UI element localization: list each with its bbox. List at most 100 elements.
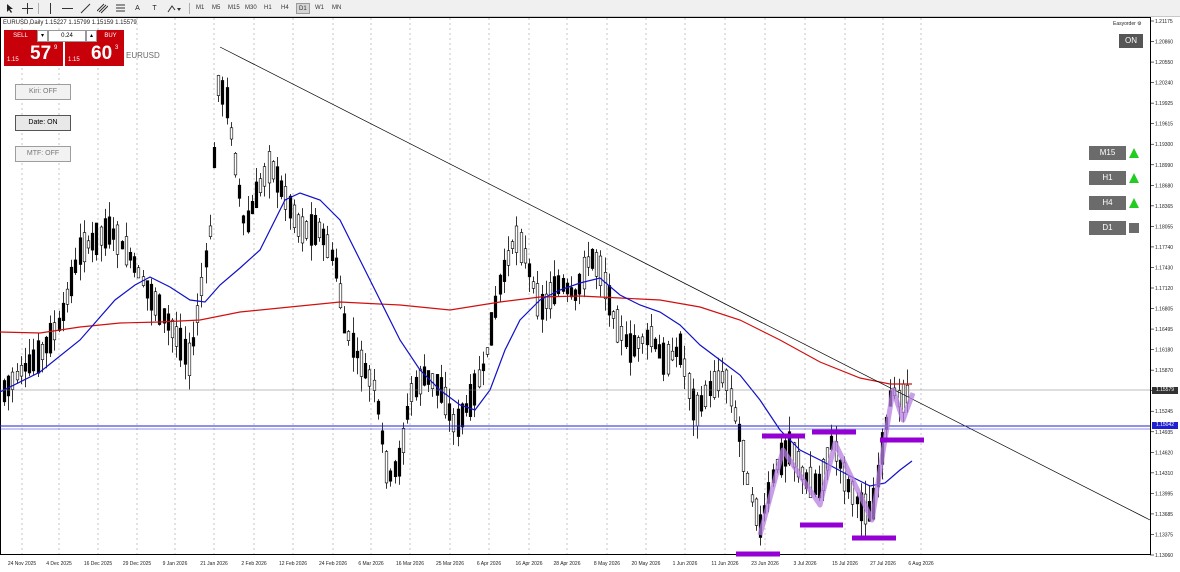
timeframe-m5[interactable]: M5 <box>210 3 222 14</box>
date-axis-label: 28 Apr 2026 <box>554 561 581 567</box>
candle-body <box>267 151 272 184</box>
neutral-square-icon <box>1128 222 1140 234</box>
candle-body <box>292 204 297 228</box>
candle-body <box>304 221 309 239</box>
buy-price-box[interactable]: 1.15 60 3 <box>65 42 124 66</box>
price-axis-label: 1.13995 <box>1155 491 1173 497</box>
candle-body <box>262 166 267 187</box>
timeframe-w1[interactable]: W1 <box>313 3 326 14</box>
candle-body <box>485 347 490 355</box>
candle-body <box>44 336 49 354</box>
candle-body <box>506 250 511 266</box>
price-chart[interactable]: 1.21175 1.20860 1.20550 1.20240 1.19925 1.196… <box>0 17 1180 572</box>
price-axis-label: 1.21175 <box>1155 19 1173 25</box>
date-axis-label: 2 Feb 2026 <box>241 561 267 567</box>
date-axis-label: 4 Dec 2025 <box>46 561 72 567</box>
timeframe-h1[interactable]: H1 <box>262 3 274 14</box>
cursor-icon[interactable] <box>4 2 17 15</box>
candle-body <box>720 371 725 384</box>
text-label-icon[interactable]: T <box>148 2 161 15</box>
candle-body <box>628 333 633 363</box>
lot-increase-icon[interactable]: ▴ <box>86 30 97 42</box>
candle-body <box>750 494 755 503</box>
candle-body <box>275 166 280 193</box>
candle-body <box>187 342 192 376</box>
easyorder-on-button[interactable]: ON <box>1119 34 1143 48</box>
candle-body <box>283 186 288 210</box>
vertical-line-icon[interactable] <box>44 2 56 15</box>
timeframe-m1[interactable]: M1 <box>194 3 206 14</box>
candle-body <box>183 338 188 365</box>
candle-body <box>199 277 204 296</box>
candle-body <box>250 201 255 215</box>
lot-size-input[interactable]: 0.24 <box>48 30 86 42</box>
candle-body <box>124 236 129 266</box>
candle-body <box>170 319 175 339</box>
price-axis-label: 1.18055 <box>1155 224 1173 230</box>
candle-body <box>477 369 482 388</box>
trendline-icon[interactable] <box>79 2 92 15</box>
timeframe-mn[interactable]: MN <box>330 3 343 14</box>
price-axis-label: 1.17120 <box>1155 286 1173 292</box>
candle-body <box>132 256 137 273</box>
candle-body <box>699 395 704 412</box>
candle-body <box>6 375 11 397</box>
date-axis-label: 20 May 2026 <box>632 561 661 567</box>
fibonacci-icon[interactable] <box>114 2 127 15</box>
price-axis-label: 1.19615 <box>1155 122 1173 128</box>
lot-decrease-icon[interactable]: ▾ <box>37 30 48 42</box>
candle-body <box>754 498 759 526</box>
date-axis-label: 6 Apr 2026 <box>477 561 501 567</box>
candle-body <box>330 249 335 262</box>
text-icon[interactable]: A <box>131 2 144 15</box>
channel-icon[interactable] <box>96 2 109 15</box>
timeframe-h4[interactable]: H4 <box>279 3 291 14</box>
mtf-toggle-button[interactable]: MTF: OFF <box>15 146 71 162</box>
price-axis-label: 1.19300 <box>1155 142 1173 148</box>
candle-body <box>313 214 318 245</box>
sell-price-sup: 9 <box>54 45 58 51</box>
candle-body <box>204 250 209 268</box>
date-axis-label: 3 Jul 2026 <box>793 561 816 567</box>
price-axis-label: 1.16495 <box>1155 327 1173 333</box>
candle-body <box>468 384 473 417</box>
date-toggle-button[interactable]: Date: ON <box>15 115 71 131</box>
candle-body <box>103 218 108 249</box>
candle-body <box>19 365 24 377</box>
buy-button[interactable]: BUY <box>97 30 124 42</box>
candle-body <box>582 256 587 290</box>
candle-body <box>569 287 574 298</box>
timeframe-d1[interactable]: D1 <box>296 3 310 14</box>
shapes-icon[interactable] <box>165 2 183 15</box>
crosshair-icon[interactable] <box>20 2 34 15</box>
candle-body <box>258 178 263 193</box>
candle-body <box>40 344 45 360</box>
price-axis-label: 1.17740 <box>1155 245 1173 251</box>
kiri-toggle-button[interactable]: Kiri: OFF <box>15 84 71 100</box>
candle-body <box>590 248 595 269</box>
candle-body <box>456 408 461 437</box>
candle-body <box>678 333 683 365</box>
sell-price-box[interactable]: 1.15 57 9 <box>4 42 63 66</box>
candle-body <box>212 147 217 169</box>
candle-body <box>246 210 251 233</box>
toolbar: A T M1 M5 M15 M30 H1 H4 D1 W1 MN <box>0 0 1180 17</box>
price-axis-label: 1.15245 <box>1155 409 1173 415</box>
candle-body <box>640 336 645 344</box>
candle-body <box>447 403 452 421</box>
candle-body <box>716 370 721 392</box>
buy-price-sup: 3 <box>115 45 119 51</box>
horizontal-line-icon[interactable] <box>61 2 74 15</box>
price-axis-label: 1.14935 <box>1155 430 1173 436</box>
up-arrow-icon <box>1128 197 1140 209</box>
candle-body <box>695 394 700 427</box>
candle-body <box>435 374 440 396</box>
timeframe-m30[interactable]: M30 <box>243 3 259 14</box>
candle-body <box>855 496 860 505</box>
sell-button[interactable]: SELL <box>4 30 37 42</box>
timeframe-m15[interactable]: M15 <box>226 3 242 14</box>
candle-body <box>649 326 654 347</box>
candle-body <box>712 371 717 398</box>
date-axis-label: 25 Mar 2026 <box>436 561 464 567</box>
candle-body <box>31 349 36 372</box>
